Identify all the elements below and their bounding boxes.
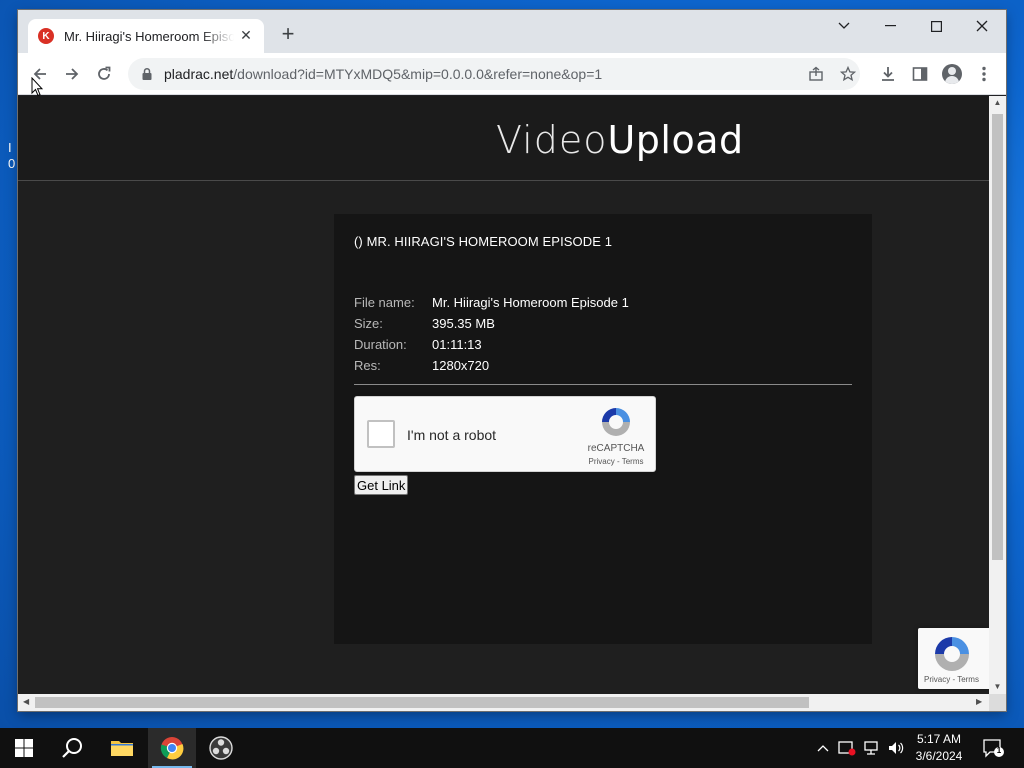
close-window-button[interactable] <box>959 10 1005 42</box>
new-tab-button[interactable]: + <box>276 23 300 47</box>
detail-label: Size: <box>354 316 383 331</box>
taskbar: 5:17 AM 3/6/2024 1 <box>0 728 1024 768</box>
search-button[interactable] <box>48 728 96 768</box>
detail-row-duration: Duration: 01:11:13 <box>354 334 629 355</box>
menu-kebab-icon[interactable] <box>972 62 996 86</box>
detail-label: File name: <box>354 295 415 310</box>
detail-value: Mr. Hiiragi's Homeroom Episode 1 <box>432 295 629 310</box>
scrollbar-corner <box>989 694 1006 711</box>
chrome-taskbar-button[interactable] <box>148 728 196 768</box>
file-details: File name: Mr. Hiiragi's Homeroom Episod… <box>354 292 629 376</box>
detail-row-size: Size: 395.35 MB <box>354 313 629 334</box>
share-icon[interactable] <box>806 64 826 84</box>
recaptcha-badge-logo-icon <box>935 637 969 671</box>
tab-search-chevron-icon[interactable] <box>821 10 867 42</box>
horizontal-scroll-thumb[interactable] <box>35 697 809 708</box>
obs-icon <box>209 736 233 760</box>
detail-value: 01:11:13 <box>432 337 482 352</box>
site-favicon-icon: K <box>38 28 54 44</box>
recaptcha-logo-icon <box>602 408 630 436</box>
detail-label: Duration: <box>354 337 407 352</box>
recaptcha-widget: I'm not a robot reCAPTCHA Privacy - Term… <box>354 396 656 472</box>
scroll-right-arrow-icon[interactable]: ▶ <box>976 697 982 706</box>
detail-value: 395.35 MB <box>432 316 495 331</box>
side-panel-icon[interactable] <box>908 62 932 86</box>
divider <box>354 384 852 385</box>
scroll-left-arrow-icon[interactable]: ◀ <box>23 697 29 706</box>
vertical-scroll-thumb[interactable] <box>992 114 1003 560</box>
maximize-button[interactable] <box>913 10 959 42</box>
folder-icon <box>111 741 133 756</box>
file-explorer-button[interactable] <box>98 728 146 768</box>
profile-avatar-icon[interactable] <box>940 62 964 86</box>
detail-row-filename: File name: Mr. Hiiragi's Homeroom Episod… <box>354 292 629 313</box>
recaptcha-brand: reCAPTCHA <box>587 443 645 454</box>
windows-logo-icon <box>15 739 33 757</box>
get-link-button[interactable]: Get Link <box>354 475 409 495</box>
recaptcha-badge[interactable]: Privacy - Terms <box>918 628 989 689</box>
download-icon[interactable] <box>876 62 900 86</box>
network-icon[interactable] <box>861 728 883 768</box>
recaptcha-checkbox[interactable] <box>367 420 395 448</box>
vertical-scrollbar[interactable]: ▲ ▼ <box>989 96 1006 694</box>
show-hidden-icons-chevron-icon[interactable] <box>813 728 833 768</box>
chrome-icon <box>160 737 184 760</box>
recaptcha-badge-links[interactable]: Privacy - Terms <box>924 675 979 684</box>
notification-count: 1 <box>996 746 1002 755</box>
lock-icon[interactable] <box>140 67 154 81</box>
detail-row-resolution: Res: 1280x720 <box>354 355 629 376</box>
scroll-up-arrow-icon[interactable]: ▲ <box>993 98 1002 107</box>
title-bar: K Mr. Hiiragi's Homeroom Episode ✕ + <box>18 10 1006 53</box>
file-info-card: () MR. HIIRAGI'S HOMEROOM EPISODE 1 File… <box>334 214 872 644</box>
security-alert-tray-icon[interactable] <box>836 728 858 768</box>
site-header: VideoUpload <box>18 96 989 181</box>
scroll-down-arrow-icon[interactable]: ▼ <box>993 682 1002 691</box>
minimize-button[interactable] <box>867 10 913 42</box>
site-logo[interactable]: VideoUpload <box>496 118 744 163</box>
tab-close-icon[interactable]: ✕ <box>238 27 254 44</box>
forward-arrow-icon[interactable] <box>59 61 85 87</box>
obs-taskbar-button[interactable] <box>197 728 245 768</box>
page-viewport: VideoUpload () MR. HIIRAGI'S HOMEROOM EP… <box>18 96 989 694</box>
address-bar[interactable]: pladrac.net/download?id=MTYxMDQ5&mip=0.0… <box>128 58 860 90</box>
browser-toolbar: pladrac.net/download?id=MTYxMDQ5&mip=0.0… <box>18 53 1006 95</box>
horizontal-scrollbar[interactable]: ◀ ▶ <box>18 694 989 711</box>
recaptcha-privacy-terms-links[interactable]: Privacy - Terms <box>581 457 651 466</box>
clock-date: 3/6/2024 <box>915 749 963 763</box>
clock-time: 5:17 AM <box>916 732 962 746</box>
desktop-icon-fragment: I 0 <box>8 140 16 171</box>
browser-tab[interactable]: K Mr. Hiiragi's Homeroom Episode ✕ <box>28 19 264 53</box>
system-clock[interactable]: 5:17 AM 3/6/2024 <box>900 731 978 765</box>
file-title: () MR. HIIRAGI'S HOMEROOM EPISODE 1 <box>354 234 613 249</box>
detail-label: Res: <box>354 358 381 373</box>
start-button[interactable] <box>0 728 48 768</box>
search-icon <box>62 738 82 758</box>
url-text: pladrac.net/download?id=MTYxMDQ5&mip=0.0… <box>164 66 603 82</box>
browser-window: K Mr. Hiiragi's Homeroom Episode ✕ + pla… <box>18 10 1006 711</box>
reload-icon[interactable] <box>91 61 117 87</box>
tab-title: Mr. Hiiragi's Homeroom Episode <box>64 28 234 44</box>
bookmark-star-icon[interactable] <box>838 64 858 84</box>
mouse-cursor-icon <box>31 77 43 97</box>
recaptcha-label: I'm not a robot <box>407 427 497 443</box>
detail-value: 1280x720 <box>432 358 490 373</box>
notification-center-button[interactable]: 1 <box>982 738 1004 758</box>
